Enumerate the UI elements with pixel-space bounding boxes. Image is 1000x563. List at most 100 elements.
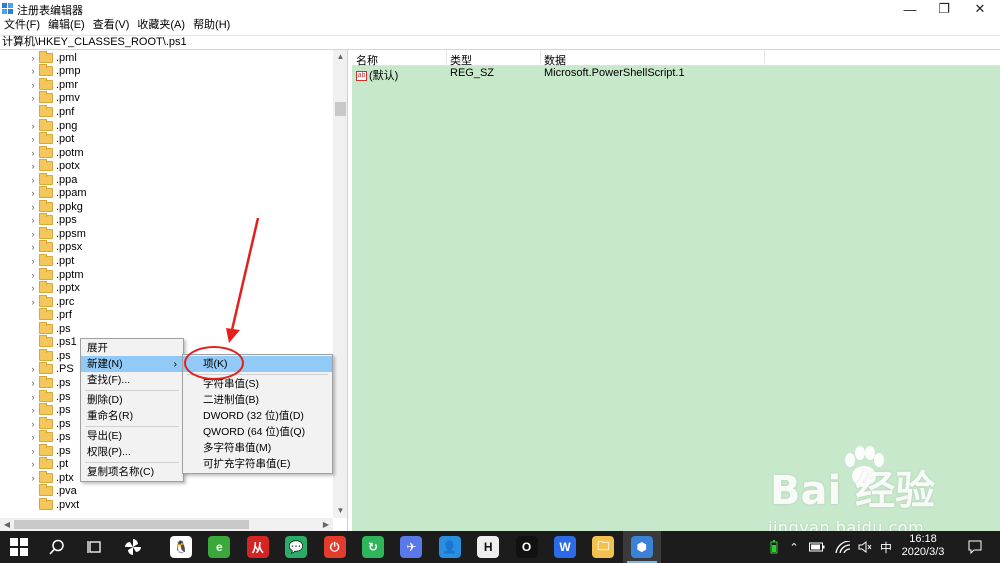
- taskbar-app-explorer[interactable]: 🗀: [584, 531, 622, 563]
- column-divider[interactable]: [764, 50, 765, 66]
- scroll-thumb[interactable]: [14, 520, 249, 529]
- tree-item[interactable]: › .ps: [28, 443, 71, 458]
- expand-chevron-icon[interactable]: ›: [28, 473, 38, 483]
- tree-item[interactable]: › .ps: [28, 389, 71, 404]
- tree-item[interactable]: › .pt: [28, 457, 68, 472]
- menu-item-find[interactable]: 查找(F)...: [81, 372, 183, 388]
- expand-chevron-icon[interactable]: ›: [28, 419, 38, 429]
- tree-item[interactable]: .ps1: [28, 335, 77, 350]
- submenu-item-qword-value[interactable]: QWORD (64 位)值(Q): [183, 424, 332, 440]
- tree-item[interactable]: › .ppsm: [28, 226, 86, 241]
- tree-item[interactable]: .pnf: [28, 104, 74, 119]
- tree-item[interactable]: › .pps: [28, 213, 77, 228]
- expand-chevron-icon[interactable]: ›: [28, 66, 38, 76]
- expand-chevron-icon[interactable]: ›: [28, 188, 38, 198]
- expand-chevron-icon[interactable]: ›: [28, 283, 38, 293]
- column-divider[interactable]: [446, 50, 447, 66]
- tree-item[interactable]: › .pmp: [28, 64, 80, 79]
- wifi-icon[interactable]: [834, 531, 852, 563]
- expand-chevron-icon[interactable]: ›: [28, 270, 38, 280]
- taskbar-app-power[interactable]: ⏻: [316, 531, 354, 563]
- expand-chevron-icon[interactable]: ›: [28, 378, 38, 388]
- expand-chevron-icon[interactable]: ›: [28, 242, 38, 252]
- clock[interactable]: 16:18 2020/3/3: [897, 533, 949, 559]
- ime-indicator[interactable]: 中: [878, 531, 894, 563]
- scroll-left-icon[interactable]: ◀: [0, 518, 14, 531]
- menu-item-delete[interactable]: 删除(D): [81, 392, 183, 408]
- volume-icon[interactable]: [856, 531, 874, 563]
- menu-item-expand[interactable]: 展开: [81, 340, 183, 356]
- expand-chevron-icon[interactable]: ›: [28, 175, 38, 185]
- taskbar-app-wechat[interactable]: 💬: [277, 531, 315, 563]
- expand-chevron-icon[interactable]: ›: [28, 256, 38, 266]
- task-view-button[interactable]: [76, 531, 114, 563]
- tree-item[interactable]: .prf: [28, 308, 72, 322]
- taskbar-app-regedit[interactable]: ⬢: [622, 531, 661, 563]
- tree-item[interactable]: › .pot: [28, 132, 74, 146]
- menu-item-export[interactable]: 导出(E): [81, 428, 183, 444]
- value-row[interactable]: ab (默认) REG_SZ Microsoft.PowerShellScript…: [352, 66, 1000, 82]
- expand-chevron-icon[interactable]: ›: [28, 446, 38, 456]
- expand-chevron-icon[interactable]: ›: [28, 364, 38, 374]
- tree-item[interactable]: › .ptx: [28, 470, 74, 485]
- notification-center-button[interactable]: [960, 531, 990, 563]
- address-bar[interactable]: 计算机\HKEY_CLASSES_ROOT\.ps1: [0, 35, 1000, 50]
- expand-chevron-icon[interactable]: ›: [28, 297, 38, 307]
- battery-icon[interactable]: [768, 531, 780, 563]
- menu-file[interactable]: 文件(F): [0, 18, 44, 34]
- tree-item[interactable]: › .pml: [28, 50, 77, 65]
- battery-status-icon[interactable]: [808, 531, 826, 563]
- tree-item[interactable]: .pvxt: [28, 497, 79, 512]
- expand-chevron-icon[interactable]: ›: [28, 121, 38, 131]
- menu-item-new[interactable]: 新建(N) ›: [81, 356, 183, 372]
- menu-edit[interactable]: 编辑(E): [44, 18, 89, 34]
- tree-item[interactable]: › .pptx: [28, 281, 80, 295]
- submenu-item-binary-value[interactable]: 二进制值(B): [183, 392, 332, 408]
- tree-item[interactable]: › .ppam: [28, 186, 87, 201]
- expand-chevron-icon[interactable]: ›: [28, 405, 38, 415]
- tree-item[interactable]: › .ppkg: [28, 199, 83, 214]
- tree-item[interactable]: › .ppsx: [28, 240, 82, 255]
- submenu-item-dword-value[interactable]: DWORD (32 位)值(D): [183, 408, 332, 424]
- taskbar-app-qq[interactable]: 🐧: [162, 531, 200, 563]
- expand-chevron-icon[interactable]: ›: [28, 148, 38, 158]
- submenu-item-multi-string-value[interactable]: 多字符串值(M): [183, 440, 332, 456]
- taskbar-app-feishu[interactable]: ✈: [392, 531, 430, 563]
- tree-item[interactable]: › .png: [28, 118, 77, 133]
- tree-item[interactable]: › .PS: [28, 362, 74, 377]
- menu-view[interactable]: 查看(V): [89, 18, 134, 34]
- scroll-thumb[interactable]: [335, 102, 346, 116]
- tree-item[interactable]: › .ps: [28, 416, 71, 431]
- expand-chevron-icon[interactable]: ›: [28, 229, 38, 239]
- tree-item[interactable]: › .prc: [28, 294, 74, 309]
- taskbar-app-wps[interactable]: W: [546, 531, 584, 563]
- taskbar-app-h-app[interactable]: H: [469, 531, 507, 563]
- tree-item[interactable]: .ps: [28, 321, 71, 336]
- tree-item[interactable]: › .ppa: [28, 172, 77, 187]
- tree-vertical-scrollbar[interactable]: ▲ ▼: [333, 50, 347, 518]
- taskbar-app-o-app[interactable]: O: [508, 531, 546, 563]
- expand-chevron-icon[interactable]: ›: [28, 392, 38, 402]
- minimize-button[interactable]: —: [892, 0, 928, 18]
- tree-item[interactable]: › .pmv: [28, 91, 80, 106]
- expand-chevron-icon[interactable]: ›: [28, 53, 38, 63]
- tree-item[interactable]: .pva: [28, 484, 77, 499]
- tree-item[interactable]: › .potm: [28, 145, 84, 160]
- taskbar-app-qq-blue[interactable]: 👤: [431, 531, 469, 563]
- close-button[interactable]: ✕: [962, 0, 998, 18]
- expand-chevron-icon[interactable]: ›: [28, 459, 38, 469]
- taskbar-app-browser[interactable]: e: [200, 531, 238, 563]
- start-button[interactable]: [0, 531, 38, 563]
- expand-chevron-icon[interactable]: ›: [28, 80, 38, 90]
- tree-item[interactable]: › .ps: [28, 403, 71, 417]
- expand-chevron-icon[interactable]: ›: [28, 202, 38, 212]
- taskbar-app-refresh[interactable]: ↻: [354, 531, 392, 563]
- menu-item-copy-key-name[interactable]: 复制项名称(C): [81, 464, 183, 480]
- submenu-item-expandable-string-value[interactable]: 可扩充字符串值(E): [183, 456, 332, 472]
- expand-chevron-icon[interactable]: ›: [28, 134, 38, 144]
- taskbar-app-app-red[interactable]: 从: [239, 531, 277, 563]
- scroll-up-icon[interactable]: ▲: [333, 50, 347, 64]
- maximize-button[interactable]: ❐: [926, 0, 962, 18]
- tree-item[interactable]: › .ps: [28, 430, 71, 444]
- tree-item[interactable]: .ps: [28, 348, 71, 363]
